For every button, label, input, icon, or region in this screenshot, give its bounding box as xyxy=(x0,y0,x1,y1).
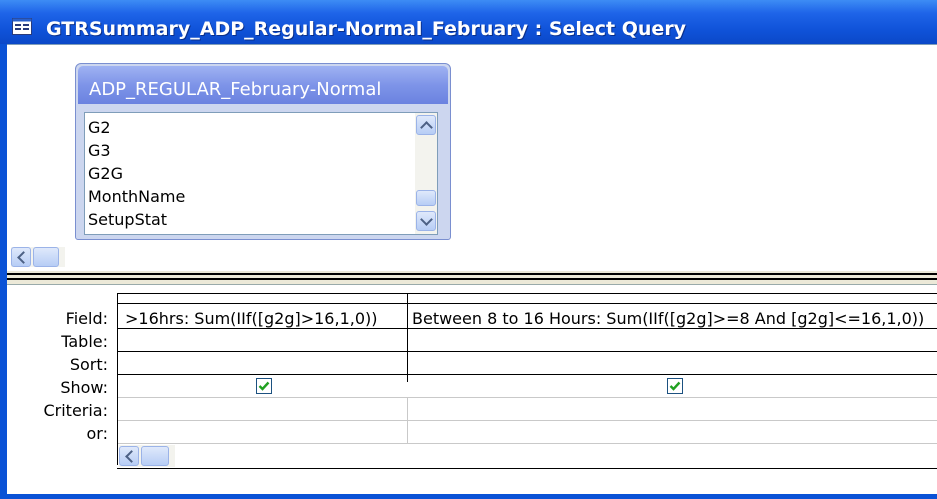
grid-left-border xyxy=(117,293,118,465)
field-item-g2[interactable]: G2 xyxy=(88,118,111,137)
row-label-or: or: xyxy=(86,424,108,443)
grid-line xyxy=(117,443,937,444)
scroll-left-button[interactable] xyxy=(119,446,139,466)
column-divider xyxy=(407,293,408,382)
grid-bottom-border xyxy=(117,468,937,469)
table-pane-horizontal-scrollbar[interactable] xyxy=(11,247,65,267)
grid-show-checkbox-2[interactable] xyxy=(667,378,683,394)
scroll-left-button[interactable] xyxy=(11,247,31,267)
field-item-g3[interactable]: G3 xyxy=(88,141,111,160)
grid-or-cell-1[interactable] xyxy=(125,424,403,442)
grid-line xyxy=(117,397,937,398)
scroll-down-button[interactable] xyxy=(416,211,436,231)
query-design-grid[interactable]: Field: Table: Sort: Show: Criteria: or: … xyxy=(7,284,937,494)
query-design-window: GTRSummary_ADP_Regular-Normal_February :… xyxy=(0,0,937,499)
field-list-table-name: ADP_REGULAR_February-Normal xyxy=(89,79,382,100)
row-label-sort: Sort: xyxy=(69,355,108,374)
splitter-line xyxy=(7,273,937,275)
grid-sort-cell-2[interactable] xyxy=(412,355,932,373)
window-title: GTRSummary_ADP_Regular-Normal_February :… xyxy=(46,18,687,40)
grid-line xyxy=(117,328,937,329)
row-label-criteria: Criteria: xyxy=(43,401,108,420)
query-client-area: ADP_REGULAR_February-Normal G2 G3 G2G Mo… xyxy=(7,44,937,494)
splitter-line xyxy=(7,278,937,280)
grid-field-cell-2[interactable]: Between 8 to 16 Hours: Sum(IIf([g2g]>=8 … xyxy=(412,309,932,328)
field-item-setupstat[interactable]: SetupStat xyxy=(88,210,167,229)
grid-line xyxy=(117,351,937,352)
chevron-down-icon xyxy=(419,212,433,226)
chevron-up-icon xyxy=(419,120,433,134)
grid-criteria-cell-1[interactable] xyxy=(125,401,403,419)
grid-horizontal-scrollbar[interactable] xyxy=(119,445,175,467)
field-item-g2g[interactable]: G2G xyxy=(88,164,123,183)
row-label-field: Field: xyxy=(65,309,108,328)
grid-criteria-cell-2[interactable] xyxy=(412,401,932,419)
row-label-show: Show: xyxy=(60,378,108,397)
field-list-vertical-scrollbar[interactable] xyxy=(415,113,437,234)
grid-show-checkbox-1[interactable] xyxy=(256,378,272,394)
grid-field-cell-1[interactable]: >16hrs: Sum(IIf([g2g]>16,1,0)) xyxy=(125,309,403,328)
grid-sort-cell-1[interactable] xyxy=(125,355,403,373)
chevron-left-icon xyxy=(124,449,138,463)
field-list-window[interactable]: ADP_REGULAR_February-Normal G2 G3 G2G Mo… xyxy=(75,63,451,240)
grid-line xyxy=(117,420,937,421)
scroll-thumb[interactable] xyxy=(141,446,169,466)
grid-table-cell-2[interactable] xyxy=(412,332,932,350)
field-item-monthname[interactable]: MonthName xyxy=(88,187,185,206)
row-label-table: Table: xyxy=(61,332,108,351)
pane-splitter[interactable] xyxy=(7,271,937,282)
query-window-icon xyxy=(12,18,32,35)
grid-line xyxy=(117,374,937,375)
chevron-left-icon xyxy=(16,250,30,264)
grid-or-cell-2[interactable] xyxy=(412,424,932,442)
field-list-box[interactable]: G2 G3 G2G MonthName SetupStat xyxy=(84,112,438,235)
table-pane[interactable]: ADP_REGULAR_February-Normal G2 G3 G2G Mo… xyxy=(7,44,937,272)
scroll-up-button[interactable] xyxy=(416,115,436,135)
scroll-thumb[interactable] xyxy=(33,247,59,267)
grid-top-border xyxy=(117,293,937,294)
grid-line xyxy=(117,303,937,304)
field-list-title-bar[interactable]: ADP_REGULAR_February-Normal xyxy=(78,66,448,104)
checkmark-icon xyxy=(258,381,270,391)
title-bar[interactable]: GTRSummary_ADP_Regular-Normal_February :… xyxy=(0,0,937,44)
checkmark-icon xyxy=(669,381,681,391)
scroll-thumb[interactable] xyxy=(416,190,436,206)
column-divider xyxy=(407,397,408,443)
grid-table-cell-1[interactable] xyxy=(125,332,403,350)
